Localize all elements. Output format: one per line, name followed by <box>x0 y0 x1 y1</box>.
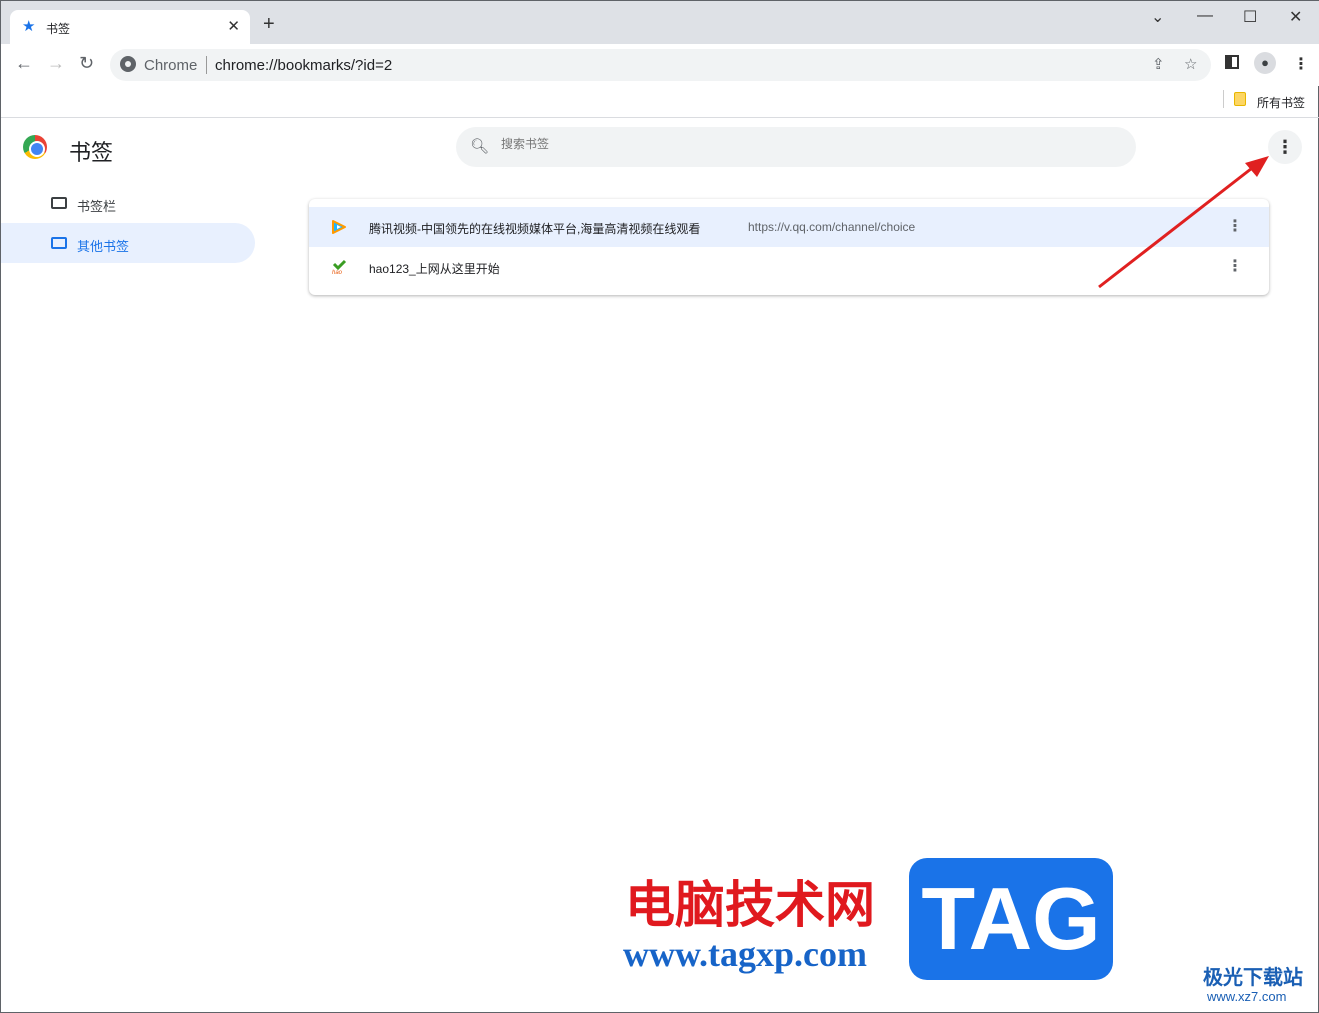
close-window-button[interactable]: ✕ <box>1289 7 1302 27</box>
maximize-button[interactable]: ☐ <box>1243 7 1257 27</box>
chrome-logo-icon <box>23 135 47 159</box>
tab-bookmarks[interactable]: ★ 书签 ✕ <box>10 10 250 44</box>
new-tab-button[interactable]: + <box>263 13 275 36</box>
bookmark-title: 腾讯视频-中国领先的在线视频媒体平台,海量高清视频在线观看 <box>369 222 701 236</box>
divider <box>206 56 207 74</box>
red-arrow-annotation <box>1098 156 1269 289</box>
side-panel-icon[interactable] <box>1225 55 1239 69</box>
sidebar-item-other-bookmarks[interactable]: 其他书签 <box>1 223 255 263</box>
tab-search-icon[interactable]: ⌄ <box>1151 7 1164 27</box>
minimize-button[interactable]: — <box>1197 7 1213 25</box>
site-logo-url: www.xz7.com <box>1207 989 1287 1004</box>
back-button[interactable]: ← <box>15 53 33 74</box>
watermark-url: www.tagxp.com <box>623 934 867 974</box>
site-label: Chrome <box>144 57 198 74</box>
forward-button[interactable]: → <box>47 53 65 74</box>
tag-badge: TAG <box>909 858 1113 980</box>
tab-title: 书签 <box>46 22 71 36</box>
sidebar-item-label: 书签栏 <box>77 199 117 214</box>
sidebar-item-bookmarks-bar[interactable]: 书签栏 <box>1 183 255 223</box>
all-bookmarks-button[interactable]: 所有书签 <box>1257 94 1305 111</box>
folder-icon <box>51 197 67 209</box>
page-title: 书签 <box>69 140 114 165</box>
search-icon: 🔍︎ <box>470 138 490 155</box>
star-icon: ★ <box>22 18 36 35</box>
site-logo-text: 极光下载站 <box>1203 967 1303 989</box>
hao123-icon: hao <box>332 259 347 275</box>
bookmark-title: hao123_上网从这里开始 <box>369 262 500 276</box>
profile-icon[interactable]: ● <box>1254 52 1276 74</box>
close-tab-icon[interactable]: ✕ <box>227 17 240 35</box>
bookmark-url: https://v.qq.com/channel/choice <box>748 220 916 234</box>
share-icon[interactable]: ⇪ <box>1152 55 1165 73</box>
svg-text:hao: hao <box>332 270 343 275</box>
search-box[interactable]: 🔍︎ <box>456 127 1136 167</box>
folder-icon <box>51 237 67 249</box>
chrome-menu-icon[interactable]: ⋮ <box>1293 54 1309 74</box>
search-input[interactable] <box>501 137 1101 151</box>
address-bar[interactable]: Chrome chrome://bookmarks/?id=2 ⇪ ☆ <box>110 49 1211 81</box>
bookmark-star-icon[interactable]: ☆ <box>1184 55 1197 73</box>
tencent-video-icon <box>332 220 346 234</box>
reload-button[interactable]: ↻ <box>79 53 94 74</box>
url-text[interactable]: chrome://bookmarks/?id=2 <box>215 57 392 74</box>
chrome-icon <box>120 56 136 72</box>
divider <box>1223 90 1224 108</box>
bookmarks-bar: 所有书签 <box>1 86 1319 118</box>
folder-icon <box>1234 92 1246 106</box>
sidebar-item-label: 其他书签 <box>77 239 130 254</box>
watermark-title: 电脑技术网 <box>625 875 875 934</box>
